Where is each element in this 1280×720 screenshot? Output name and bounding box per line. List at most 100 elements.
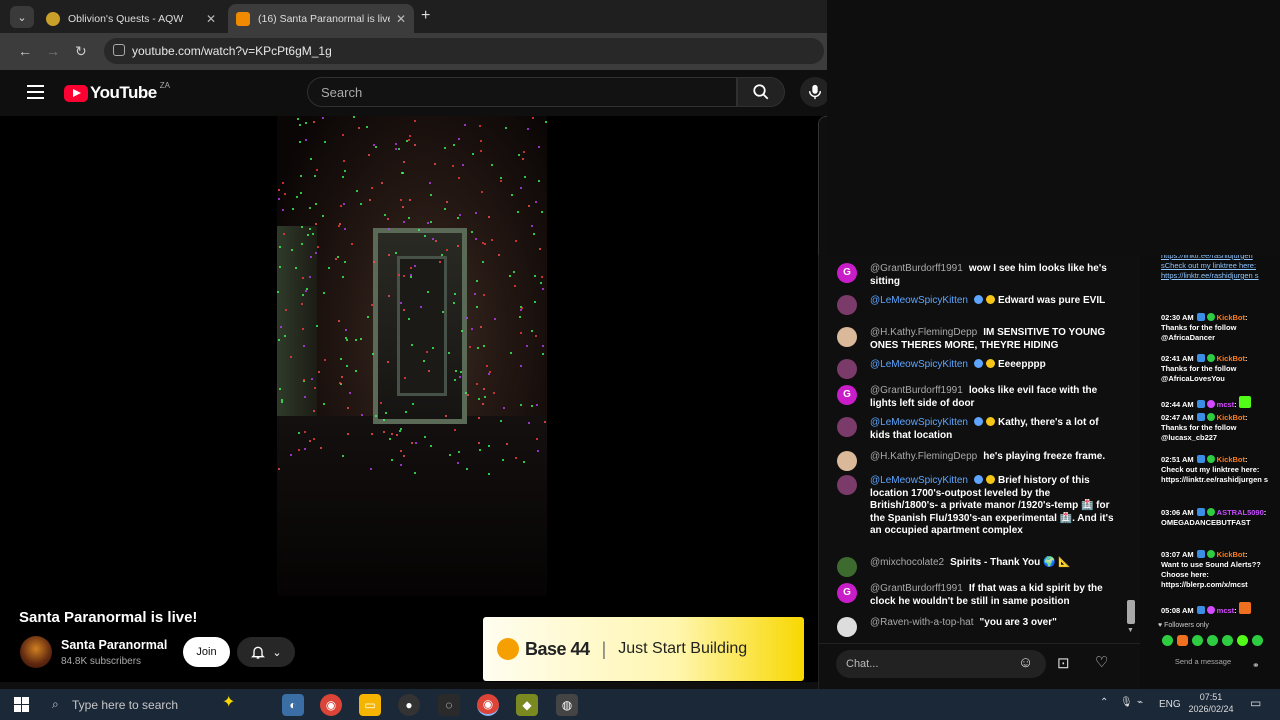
kick-username[interactable]: KickBot: [1217, 550, 1245, 559]
laser-dot: [305, 121, 307, 124]
laser-dot: [300, 191, 303, 194]
windows-start-icon[interactable]: [14, 697, 29, 712]
laser-dot: [365, 125, 368, 128]
join-button[interactable]: Join: [183, 637, 230, 667]
chat-username[interactable]: @Raven-with-a-top-hat: [870, 617, 974, 628]
close-tab-icon[interactable]: ✕: [206, 12, 216, 26]
chat-scrollbar[interactable]: [1127, 600, 1135, 624]
chat-username[interactable]: @LeMeowSpicyKitten: [870, 295, 968, 306]
chat-avatar[interactable]: [837, 451, 857, 471]
game-icon[interactable]: ◆: [516, 694, 538, 716]
back-icon[interactable]: ←: [18, 43, 32, 59]
obs-icon[interactable]: ●: [398, 694, 420, 716]
laser-dot: [338, 224, 341, 227]
chat-username[interactable]: @mixchocolate2: [870, 557, 944, 568]
base44-logo-icon: [497, 638, 519, 660]
chat-avatar[interactable]: [837, 295, 857, 315]
chat-avatar[interactable]: [837, 327, 857, 347]
close-tab-icon[interactable]: ✕: [396, 12, 406, 26]
chat-username[interactable]: @LeMeowSpicyKitten: [870, 359, 968, 370]
laser-dot: [342, 134, 345, 137]
app-icon[interactable]: ◌: [438, 694, 460, 716]
reload-icon[interactable]: ↻: [75, 43, 87, 60]
laser-dot: [544, 121, 547, 124]
address-bar[interactable]: youtube.com/watch?v=KPcPt6gM_1g: [104, 38, 824, 64]
browser-tab-youtube[interactable]: (16) Santa Paranormal is live ✕: [228, 4, 414, 33]
laser-dot: [509, 351, 512, 354]
search-button[interactable]: [737, 77, 785, 107]
new-tab-icon[interactable]: +: [421, 7, 430, 25]
kick-username[interactable]: KickBot: [1217, 354, 1245, 363]
copilot-icon[interactable]: ◐: [282, 694, 304, 716]
chat-avatar[interactable]: [837, 557, 857, 577]
kick-username[interactable]: KickBot: [1217, 455, 1245, 464]
chat-username[interactable]: @LeMeowSpicyKitten: [870, 475, 968, 486]
laser-dot: [445, 201, 448, 204]
chat-avatar[interactable]: G: [837, 583, 857, 603]
voice-search-button[interactable]: [800, 77, 830, 107]
super-chat-icon[interactable]: ⊡: [1057, 654, 1070, 672]
taskbar-search[interactable]: ⌕ Type here to search: [48, 694, 274, 715]
kick-timestamp: 03:06 AM: [1161, 508, 1194, 517]
channel-avatar[interactable]: [20, 636, 52, 668]
laser-dot: [370, 432, 373, 435]
clock[interactable]: 07:51 2026/02/24: [1188, 691, 1234, 715]
laser-dot: [466, 468, 469, 471]
tray-chevron-icon[interactable]: ⌃: [1100, 697, 1108, 708]
kick-username[interactable]: mcst: [1217, 606, 1235, 615]
language-indicator[interactable]: ENG: [1159, 699, 1181, 710]
search-input[interactable]: Search: [307, 77, 737, 107]
kick-username[interactable]: mcst: [1217, 400, 1235, 409]
chat-avatar[interactable]: [837, 359, 857, 379]
laser-dot: [359, 203, 362, 206]
file-explorer-icon[interactable]: ▭: [359, 694, 381, 716]
kick-username[interactable]: KickBot: [1217, 413, 1245, 422]
channel-name[interactable]: Santa Paranormal: [61, 638, 167, 652]
menu-icon[interactable]: [27, 85, 44, 99]
emoji-icon[interactable]: ☺: [1018, 654, 1033, 671]
chat-username[interactable]: @GrantBurdorff1991: [870, 385, 963, 396]
kick-send-input[interactable]: Send a message: [1168, 658, 1238, 676]
verified-badge-icon: [973, 475, 983, 484]
subscriber-count: 84.8K subscribers: [61, 656, 142, 667]
laser-dot: [469, 346, 472, 349]
youtube-logo[interactable]: YouTube ZA: [64, 81, 170, 103]
chrome-icon[interactable]: ◉: [320, 694, 342, 716]
forward-icon[interactable]: →: [46, 43, 60, 59]
ad-banner[interactable]: Base 44 | Just Start Building: [483, 617, 804, 681]
notifications-button[interactable]: ⌄: [237, 637, 295, 667]
mic-tray-icon[interactable]: 🎙: [1120, 697, 1133, 708]
kick-username[interactable]: KickBot: [1217, 313, 1245, 322]
laser-dot: [311, 378, 314, 381]
mouse-app-icon[interactable]: ◍: [556, 694, 578, 716]
kick-timestamp: 05:08 AM: [1161, 606, 1194, 615]
chat-username[interactable]: @H.Kathy.FlemingDepp: [870, 451, 977, 462]
chat-avatar[interactable]: G: [837, 263, 857, 283]
emote-row[interactable]: [1162, 635, 1272, 647]
scroll-down-icon[interactable]: ▼: [1127, 627, 1134, 634]
chat-username[interactable]: @GrantBurdorff1991: [870, 263, 963, 274]
chrome-active-icon[interactable]: ◉: [477, 694, 499, 716]
network-icon[interactable]: ⌁: [1137, 697, 1143, 708]
chat-avatar[interactable]: [837, 417, 857, 437]
chat-input[interactable]: Chat...: [836, 650, 1046, 678]
chat-username[interactable]: @H.Kathy.FlemingDepp: [870, 327, 977, 338]
laser-dot: [449, 454, 452, 457]
laser-dot: [292, 208, 295, 211]
heart-icon[interactable]: ♡: [1095, 653, 1108, 671]
video-player[interactable]: [7, 116, 817, 596]
laser-dot: [347, 432, 350, 435]
chat-avatar[interactable]: G: [837, 385, 857, 405]
kick-username[interactable]: ASTRAL5090: [1217, 508, 1264, 517]
chat-username[interactable]: @LeMeowSpicyKitten: [870, 417, 968, 428]
laser-dot: [484, 242, 487, 245]
tab-search-button[interactable]: ⌄: [10, 6, 34, 28]
chat-avatar[interactable]: [837, 617, 857, 637]
notifications-icon[interactable]: ▭: [1250, 696, 1261, 710]
laser-dot: [458, 450, 461, 453]
chat-username[interactable]: @GrantBurdorff1991: [870, 583, 963, 594]
browser-tab-aqw[interactable]: Oblivion's Quests - AQW ✕: [38, 4, 224, 33]
site-info-icon[interactable]: [113, 44, 125, 56]
kick-share-icon[interactable]: ⚭: [1252, 660, 1260, 671]
chat-avatar[interactable]: [837, 475, 857, 495]
